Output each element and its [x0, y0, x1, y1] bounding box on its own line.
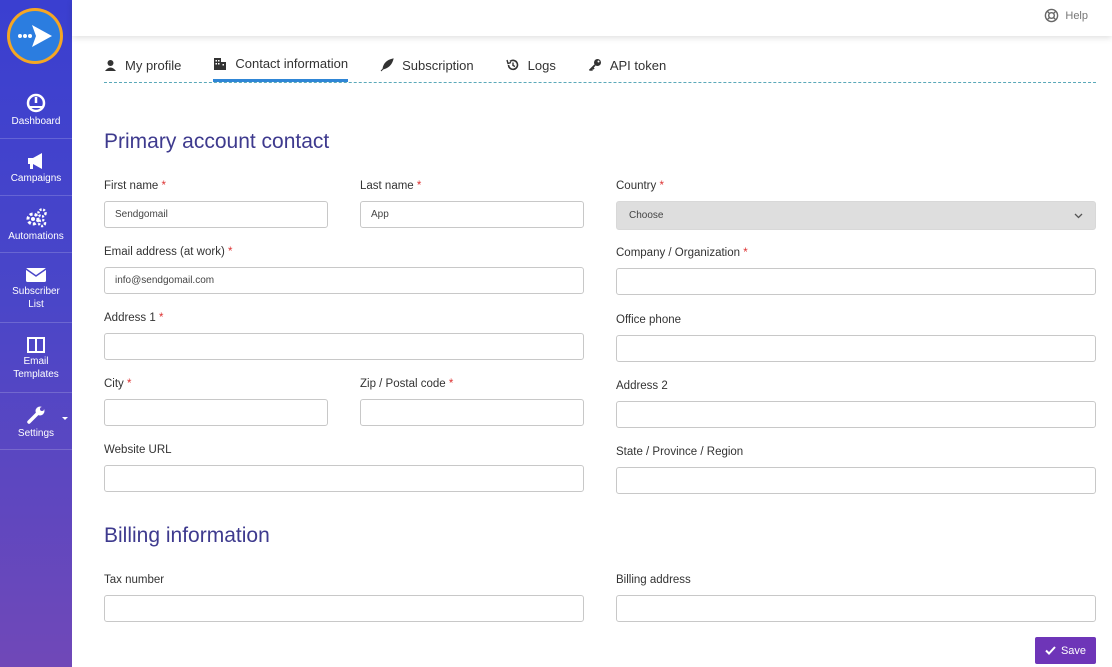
building-icon: [214, 57, 227, 70]
first-name-label: First name *: [104, 180, 167, 192]
section-title-primary-contact: Primary account contact: [104, 130, 330, 153]
company-label: Company / Organization *: [616, 247, 748, 259]
email-label: Email address (at work) *: [104, 246, 233, 258]
state-label: State / Province / Region: [616, 446, 744, 458]
envelope-icon: [25, 268, 47, 282]
tab-label: Contact information: [235, 56, 349, 71]
office-phone-input[interactable]: [616, 335, 1096, 362]
user-icon: [105, 59, 116, 71]
country-select[interactable]: Choose: [616, 201, 1096, 230]
office-phone-label: Office phone: [616, 314, 682, 326]
columns-icon: [27, 337, 45, 353]
website-label: Website URL: [104, 444, 172, 456]
last-name-field: Last name *: [360, 180, 584, 228]
sidebar-item-label: Campaigns: [10, 173, 62, 184]
chevron-down-icon: [1074, 213, 1083, 218]
city-input[interactable]: [104, 399, 328, 426]
city-field: City *: [104, 378, 328, 426]
zip-field: Zip / Postal code *: [360, 378, 584, 426]
sidebar-item-settings[interactable]: Settings: [0, 393, 72, 450]
zip-input[interactable]: [360, 399, 584, 426]
tab-logs[interactable]: Logs: [505, 48, 556, 82]
app-logo[interactable]: [7, 8, 63, 64]
address2-field: Address 2: [616, 380, 1096, 428]
gears-icon: [26, 208, 47, 228]
sidebar-item-dashboard[interactable]: Dashboard: [0, 82, 72, 139]
company-field: Company / Organization *: [616, 247, 1096, 295]
office-phone-field: Office phone: [616, 314, 1096, 362]
tab-label: API token: [609, 57, 667, 73]
key-icon: [588, 59, 601, 72]
tab-subscription[interactable]: Subscription: [380, 48, 474, 82]
help-link[interactable]: Help: [1044, 8, 1088, 23]
sidebar-item-label: Subscriber List: [12, 286, 60, 310]
sidebar-item-campaigns[interactable]: Campaigns: [0, 139, 72, 196]
sidebar-item-label: Email Templates: [13, 356, 59, 380]
tab-label: Subscription: [402, 57, 474, 73]
lifebuoy-icon: [1045, 8, 1059, 23]
billing-address-input[interactable]: [616, 595, 1096, 622]
save-button-label: Save: [1060, 644, 1087, 657]
email-field: Email address (at work) *: [104, 246, 584, 294]
country-selected-value: Choose: [629, 210, 664, 221]
city-label: City *: [104, 378, 132, 390]
wrench-icon: [27, 406, 45, 424]
sidebar-item-label: Dashboard: [11, 116, 61, 127]
sidebar-item-label: Settings: [17, 428, 55, 439]
sidebar-item-label: Automations: [8, 231, 64, 242]
sidebar-item-automations[interactable]: Automations: [0, 196, 72, 253]
sidebar-item-subscriber-list[interactable]: Subscriber List: [0, 253, 72, 323]
email-input[interactable]: [104, 267, 584, 294]
tab-my-profile[interactable]: My profile: [104, 48, 181, 82]
tab-contact-information[interactable]: Contact information: [213, 48, 349, 82]
tab-label: My profile: [125, 57, 182, 73]
state-input[interactable]: [616, 467, 1096, 494]
website-field: Website URL: [104, 444, 584, 492]
address2-label: Address 2: [616, 380, 668, 392]
save-button[interactable]: Save: [1035, 637, 1096, 664]
sidebar: Dashboard Campaigns Automations Subscrib…: [0, 0, 72, 667]
tab-api-token[interactable]: API token: [588, 48, 666, 82]
help-label: Help: [1065, 9, 1088, 22]
address1-field: Address 1 *: [104, 312, 584, 360]
first-name-field: First name *: [104, 180, 328, 228]
address1-label: Address 1 *: [104, 312, 164, 324]
country-field: Country * Choose: [616, 180, 1096, 230]
last-name-input[interactable]: [360, 201, 584, 228]
address2-input[interactable]: [616, 401, 1096, 428]
address1-input[interactable]: [104, 333, 584, 360]
check-icon: [1045, 646, 1056, 655]
megaphone-icon: [28, 153, 42, 169]
country-label: Country *: [616, 180, 664, 192]
top-bar: Help: [72, 0, 1112, 36]
dashboard-icon: [26, 93, 46, 113]
section-title-billing: Billing information: [104, 524, 270, 547]
website-input[interactable]: [104, 465, 584, 492]
paper-plane-logo-icon: [10, 11, 60, 61]
billing-address-label: Billing address: [616, 574, 691, 586]
history-icon: [505, 59, 518, 71]
first-name-input[interactable]: [104, 201, 328, 228]
state-field: State / Province / Region: [616, 446, 1096, 494]
chevron-down-icon: [62, 417, 68, 420]
sidebar-item-email-templates[interactable]: Email Templates: [0, 323, 72, 393]
tax-number-field: Tax number: [104, 574, 584, 622]
billing-address-field: Billing address: [616, 574, 1096, 622]
last-name-label: Last name *: [360, 180, 422, 192]
profile-tabs: My profile Contact information Subscript…: [104, 48, 1096, 83]
company-input[interactable]: [616, 268, 1096, 295]
feather-icon: [380, 58, 394, 72]
tax-number-label: Tax number: [104, 574, 165, 586]
tab-label: Logs: [527, 57, 556, 73]
tax-number-input[interactable]: [104, 595, 584, 622]
zip-label: Zip / Postal code *: [360, 378, 454, 390]
